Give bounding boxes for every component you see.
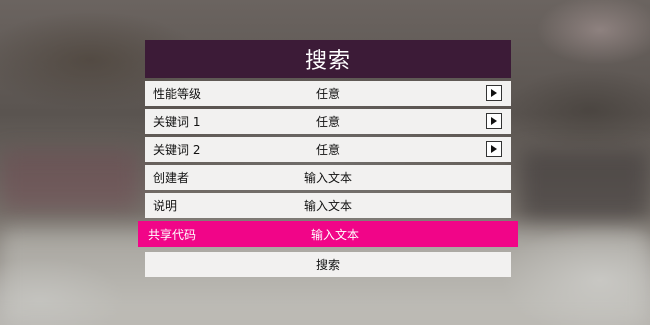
dialog-title: 搜索 (145, 40, 511, 78)
row-description[interactable]: 说明 输入文本 (145, 193, 511, 218)
row-value: 任意 (315, 143, 340, 157)
description-input[interactable]: 输入文本 (145, 197, 511, 214)
row-value: 任意 (315, 87, 340, 101)
row-share-code[interactable]: 共享代码 输入文本 (138, 221, 518, 247)
row-keyword-1[interactable]: 关键词 1 任意 (145, 109, 511, 134)
search-button[interactable]: 搜索 (145, 252, 511, 277)
creator-input[interactable]: 输入文本 (145, 169, 511, 186)
play-arrow-icon[interactable] (486, 85, 502, 101)
play-arrow-icon[interactable] (486, 113, 502, 129)
search-dialog: 搜索 性能等级 任意 关键词 1 任意 关键词 2 任意 创建者 输入文本 说明… (138, 40, 518, 277)
row-keyword-2[interactable]: 关键词 2 任意 (145, 137, 511, 162)
play-arrow-icon[interactable] (486, 141, 502, 157)
row-performance-class[interactable]: 性能等级 任意 (145, 81, 511, 106)
share-code-input[interactable]: 输入文本 (152, 226, 518, 243)
row-value: 任意 (315, 115, 340, 129)
row-creator[interactable]: 创建者 输入文本 (145, 165, 511, 190)
